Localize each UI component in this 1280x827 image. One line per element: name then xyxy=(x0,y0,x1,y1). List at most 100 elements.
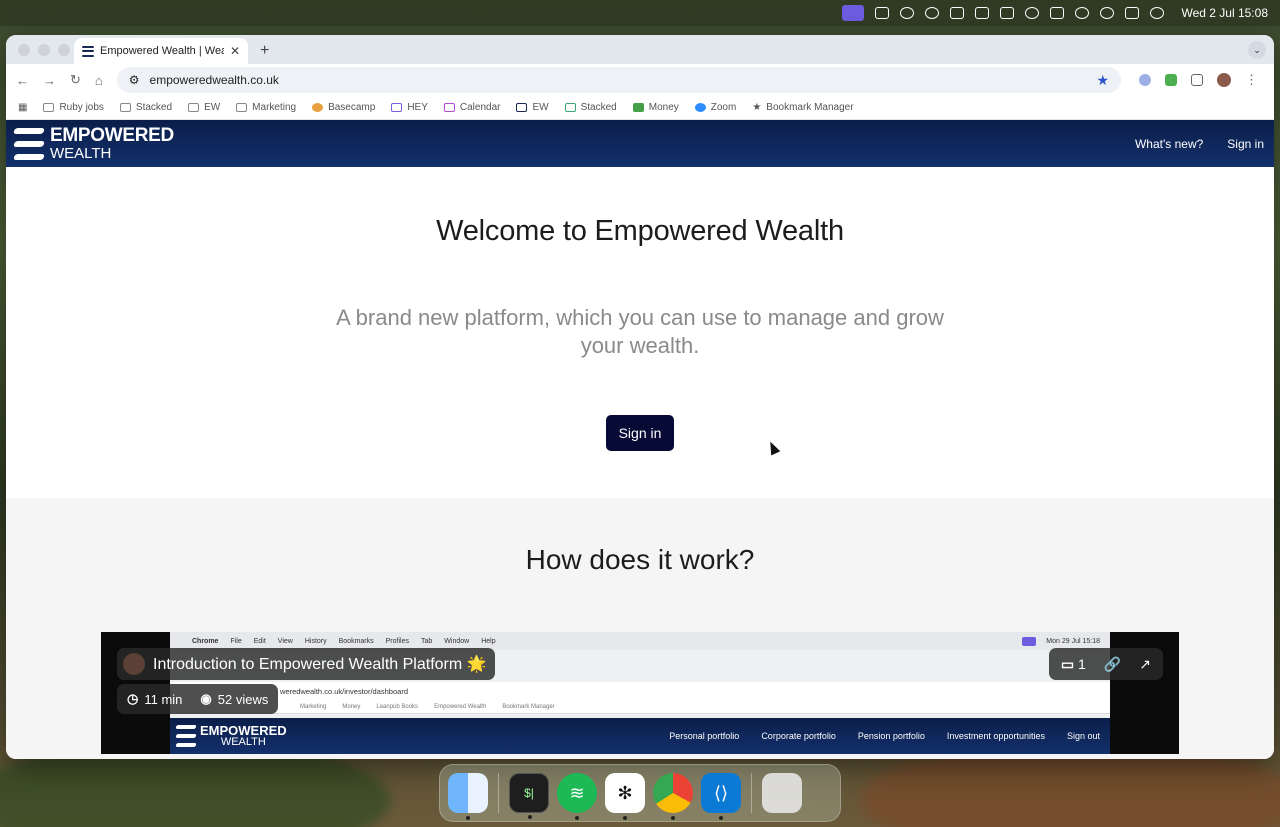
video-menu-item: View xyxy=(277,637,293,645)
bookmark-label: EW xyxy=(532,102,549,113)
star-icon: ★ xyxy=(752,102,762,113)
chrome-icon[interactable] xyxy=(653,773,693,820)
bookmark-star-icon[interactable]: ★ xyxy=(1096,72,1109,89)
bookmark-item[interactable]: Money xyxy=(632,102,679,113)
video-site-header: EMPOWERED WEALTH Personal portfolio Corpo… xyxy=(170,718,1110,754)
password-extension-icon[interactable] xyxy=(1139,74,1151,86)
apps-grid-icon[interactable]: ▦ xyxy=(18,102,27,113)
menu-bar-clock[interactable]: Wed 2 Jul 15:08 xyxy=(1181,6,1268,20)
password-icon[interactable] xyxy=(925,7,940,19)
video-menu-item: File xyxy=(230,637,242,645)
chatgpt-icon[interactable]: ✻ xyxy=(605,773,645,820)
nav-sign-in-link[interactable]: Sign in xyxy=(1227,137,1264,151)
tab-title: Empowered Wealth | Wealth M xyxy=(100,45,224,57)
bookmark-item[interactable]: Zoom xyxy=(694,102,736,113)
profile-avatar[interactable] xyxy=(1217,73,1231,87)
bookmark-item[interactable]: HEY xyxy=(391,102,428,113)
bookmark-item[interactable]: EW xyxy=(188,102,220,113)
video-bookmark: Money xyxy=(342,703,361,710)
hero-sign-in-button[interactable]: Sign in xyxy=(605,415,675,451)
more-menu-icon[interactable]: ⋮ xyxy=(1245,72,1258,88)
tab-empowered-wealth[interactable]: Empowered Wealth | Wealth M ✕ xyxy=(74,38,248,64)
clock-icon: ◷ xyxy=(127,691,139,706)
video-menu-item: Profiles xyxy=(385,637,409,645)
site-header: EMPOWERED WEALTH What's new? Sign in xyxy=(6,120,1274,167)
stack-icon[interactable] xyxy=(950,7,965,19)
minimize-window-button[interactable] xyxy=(38,44,50,56)
site-logo[interactable]: EMPOWERED WEALTH xyxy=(13,125,174,162)
site-info-icon[interactable]: ⚙ xyxy=(129,73,140,87)
logo-line-1: EMPOWERED xyxy=(50,125,174,146)
video-bookmark: Empowered Wealth xyxy=(434,703,487,710)
hero-title: Welcome to Empowered Wealth xyxy=(436,215,844,247)
bookmark-label: Basecamp xyxy=(328,102,376,113)
presenter-avatar xyxy=(123,653,145,675)
video-nav-item: Corporate portfolio xyxy=(761,731,836,741)
siri-icon[interactable] xyxy=(1150,7,1165,19)
folder-icon xyxy=(119,103,131,112)
finder-icon[interactable] xyxy=(448,773,488,820)
bookmark-item[interactable]: EW xyxy=(516,102,549,113)
control-center-icon[interactable] xyxy=(1125,7,1140,19)
tab-search-icon[interactable]: ⌄ xyxy=(1248,41,1266,59)
zoom-window-button[interactable] xyxy=(58,44,70,56)
bookmark-label: HEY xyxy=(407,102,428,113)
site-nav: What's new? Sign in xyxy=(1135,137,1264,151)
money-icon xyxy=(632,103,644,112)
video-nav-item: Pension portfolio xyxy=(857,731,925,741)
bookmark-label: EW xyxy=(204,102,221,113)
bookmark-item[interactable]: ★ Bookmark Manager xyxy=(752,102,853,113)
gear-icon[interactable] xyxy=(900,7,915,19)
video-menu-item: Chrome xyxy=(192,637,219,645)
trash-icon[interactable] xyxy=(762,773,802,813)
battery-icon[interactable] xyxy=(1050,7,1065,19)
menu-bar: Wed 2 Jul 15:08 xyxy=(0,0,1280,26)
url-text[interactable]: empoweredwealth.co.uk xyxy=(150,73,279,87)
zoom-icon xyxy=(694,103,706,112)
home-icon[interactable]: ⌂ xyxy=(95,73,103,88)
close-window-button[interactable] xyxy=(18,44,30,56)
video-title-overlay[interactable]: Introduction to Empowered Wealth Platfor… xyxy=(117,648,495,680)
stacked-icon xyxy=(564,103,576,112)
video-title: Introduction to Empowered Wealth Platfor… xyxy=(153,656,487,673)
bookmark-label: Stacked xyxy=(580,102,617,113)
video-menu-item: History xyxy=(304,637,327,645)
play-icon[interactable] xyxy=(1025,7,1040,19)
terminal-icon[interactable]: $| xyxy=(509,773,549,819)
eye-icon: ◉ xyxy=(200,691,212,706)
bookmark-item[interactable]: Stacked xyxy=(564,102,617,113)
puzzle-icon[interactable] xyxy=(1191,74,1203,86)
comments-button[interactable]: ▭ 1 xyxy=(1061,656,1086,673)
video-views: ◉ 52 views xyxy=(200,691,268,707)
butterfly-icon[interactable] xyxy=(975,7,990,19)
bookmark-item[interactable]: Marketing xyxy=(236,102,296,113)
bookmark-item[interactable]: Stacked xyxy=(119,102,172,113)
copy-link-icon[interactable]: 🔗 xyxy=(1104,656,1121,673)
logo-line-2: WEALTH xyxy=(50,145,112,162)
wifi-icon[interactable] xyxy=(1075,7,1090,19)
search-icon[interactable] xyxy=(1100,7,1115,19)
tab-close-icon[interactable]: ✕ xyxy=(230,44,240,58)
merge-icon[interactable] xyxy=(1000,7,1015,19)
spotify-icon[interactable]: ≋ xyxy=(557,773,597,820)
bookmark-item[interactable]: Calendar xyxy=(443,102,500,113)
forward-icon[interactable]: → xyxy=(43,73,56,88)
address-bar[interactable]: ⚙ empoweredwealth.co.uk ★ xyxy=(116,67,1121,93)
new-tab-button[interactable]: + xyxy=(260,42,269,60)
reload-icon[interactable]: ↻ xyxy=(70,72,81,88)
video-clock: Mon 29 Jul 15:18 xyxy=(1046,637,1100,645)
app-icon[interactable] xyxy=(875,7,890,19)
video-embed[interactable]: Chrome File Edit View History Bookmarks … xyxy=(101,632,1179,754)
sheets-extension-icon[interactable] xyxy=(1165,74,1177,86)
bookmark-item[interactable]: Ruby jobs xyxy=(43,102,104,113)
open-external-icon[interactable]: ↗ xyxy=(1139,656,1151,673)
how-it-works-title: How does it work? xyxy=(525,544,755,575)
video-views-text: 52 views xyxy=(217,691,269,707)
back-icon[interactable]: ← xyxy=(16,73,29,88)
nav-whats-new-link[interactable]: What's new? xyxy=(1135,137,1203,151)
vscode-icon[interactable]: ⟨⟩ xyxy=(701,773,741,820)
screen-record-icon[interactable] xyxy=(842,5,865,21)
bookmark-item[interactable]: Basecamp xyxy=(312,102,375,113)
bookmark-label: Marketing xyxy=(252,102,297,113)
calendar-icon xyxy=(443,103,455,112)
